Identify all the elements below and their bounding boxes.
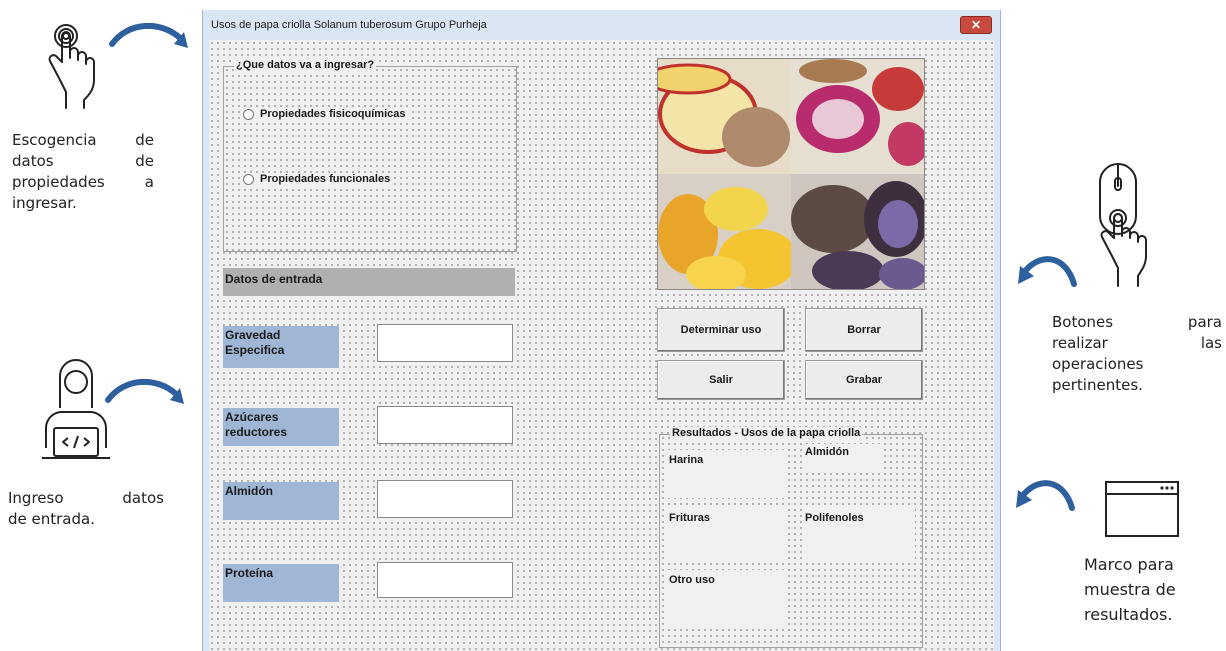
result-label-otro-uso: Otro uso: [669, 574, 715, 586]
results-frame-caption: Resultados - Usos de la papa criolla: [670, 427, 863, 439]
potato-image: [657, 58, 925, 290]
radio-button-icon[interactable]: [243, 108, 254, 120]
options-frame-caption: ¿Que datos va a ingresar?: [234, 59, 377, 71]
window-icon: [1105, 481, 1179, 537]
mouse-click-icon: [1099, 163, 1147, 287]
programmer-icon: [42, 359, 110, 459]
window-title: Usos de papa criolla Solanum tuberosum G…: [211, 19, 487, 31]
input-annotation: Ingreso datos de entrada.: [8, 489, 164, 528]
potato-collage-graphic: [658, 59, 924, 289]
app-window: Usos de papa criolla Solanum tuberosum G…: [202, 10, 1001, 651]
result-label-harina: Harina: [669, 454, 704, 466]
input-gravedad[interactable]: [377, 324, 513, 362]
close-button[interactable]: ✕: [960, 16, 992, 34]
curved-arrow-icon: [1016, 480, 1075, 511]
buttons-annotation: Botones para realizar las operaciones pert…: [1052, 313, 1222, 394]
curved-arrow-icon: [105, 379, 184, 404]
frame-annotation: Marco para muestra de resultados.: [1084, 555, 1176, 624]
input-section-header: Datos de entrada: [223, 268, 515, 296]
result-label-almidon: Almidón: [805, 446, 849, 458]
radio-button-icon[interactable]: [243, 173, 254, 185]
salir-button[interactable]: Salir: [657, 360, 785, 400]
result-label-frituras: Frituras: [669, 512, 710, 524]
field-label-azucares: Azúcares reductores: [223, 408, 339, 446]
grabar-button[interactable]: Grabar: [805, 360, 923, 400]
title-bar: Usos de papa criolla Solanum tuberosum G…: [203, 10, 1000, 40]
input-almidon[interactable]: [377, 480, 513, 518]
options-frame: ¿Que datos va a ingresar?: [223, 59, 517, 252]
field-label-gravedad: Gravedad Especifica: [223, 326, 339, 368]
input-azucares[interactable]: [377, 406, 513, 444]
form-client-area: ¿Que datos va a ingresar? Propiedades fi…: [209, 40, 994, 651]
choice-annotation: Escogencia de datos de propiedades a ingres…: [12, 131, 154, 212]
touch-hand-icon: [48, 24, 95, 109]
field-label-proteina: Proteína: [223, 564, 339, 602]
radio-label: Propiedades funcionales: [260, 173, 391, 185]
curved-arrow-icon: [1018, 256, 1077, 287]
input-proteina[interactable]: [377, 562, 513, 598]
determinar-uso-button[interactable]: Determinar uso: [657, 308, 785, 352]
radio-label: Propiedades fisicoquímicas: [260, 108, 406, 120]
borrar-button[interactable]: Borrar: [805, 308, 923, 352]
radio-functional[interactable]: Propiedades funcionales: [243, 173, 395, 185]
curved-arrow-icon: [109, 23, 188, 48]
result-label-polifenoles: Polifenoles: [805, 512, 864, 524]
field-label-almidon: Almidón: [223, 482, 339, 520]
radio-physicochemical[interactable]: Propiedades fisicoquímicas: [243, 108, 410, 120]
